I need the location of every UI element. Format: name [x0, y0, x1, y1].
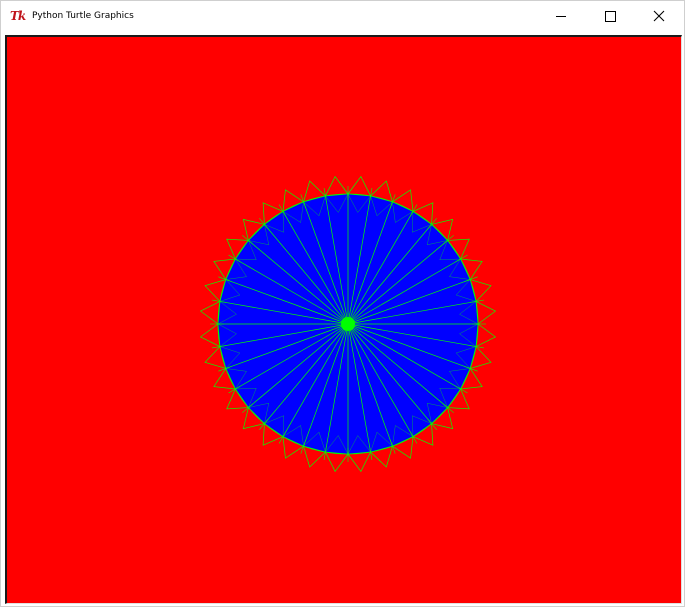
- turtle-hub: [341, 317, 355, 331]
- close-button[interactable]: [636, 1, 682, 31]
- turtle-window: Tk Python Turtle Graphics: [0, 0, 685, 607]
- turtle-drawing: [7, 37, 681, 603]
- maximize-icon: [605, 11, 616, 22]
- title-bar[interactable]: Tk Python Turtle Graphics: [1, 1, 684, 31]
- close-icon: [653, 10, 665, 22]
- window-title: Python Turtle Graphics: [32, 11, 134, 21]
- minimize-icon: [556, 16, 566, 17]
- maximize-button[interactable]: [587, 1, 633, 31]
- turtle-canvas-frame: [5, 35, 682, 604]
- minimize-button[interactable]: [538, 1, 584, 31]
- tk-feather-icon: Tk: [10, 9, 26, 23]
- turtle-canvas[interactable]: [7, 37, 681, 603]
